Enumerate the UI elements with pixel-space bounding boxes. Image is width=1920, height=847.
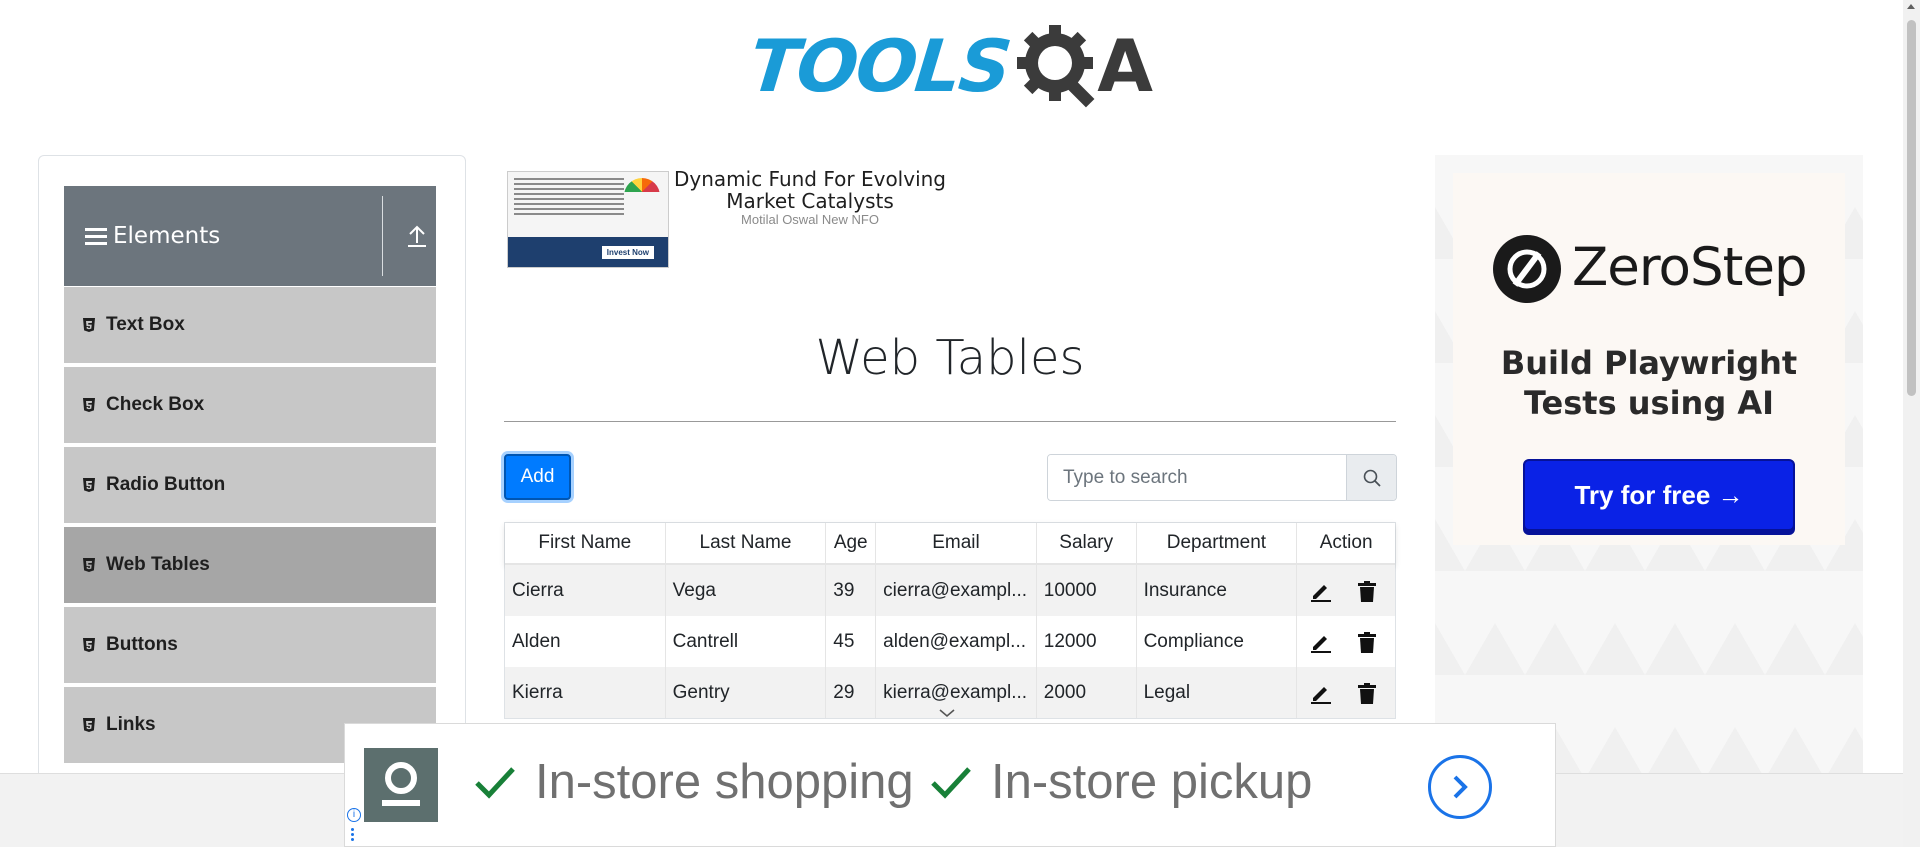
html5-icon bbox=[82, 397, 96, 413]
cell-action bbox=[1297, 667, 1395, 718]
sidebar-item-label: Buttons bbox=[106, 634, 178, 655]
cell-first-name: Kierra bbox=[505, 667, 666, 718]
cell-age: 39 bbox=[826, 565, 877, 616]
chevron-right-icon bbox=[1453, 775, 1468, 799]
ad-sponsor: Motilal Oswal New NFO bbox=[741, 212, 879, 227]
ad-thumbnail-text bbox=[514, 178, 624, 218]
cell-last-name: Vega bbox=[666, 565, 827, 616]
cell-salary: 2000 bbox=[1037, 667, 1137, 718]
zerostep-card[interactable]: ZeroStep Build Playwright Tests using AI… bbox=[1453, 173, 1845, 545]
cell-action bbox=[1297, 565, 1395, 616]
delete-icon[interactable] bbox=[1355, 630, 1379, 654]
sidebar-item-label: Radio Button bbox=[106, 474, 226, 495]
scrollbar-thumb[interactable] bbox=[1907, 20, 1916, 396]
column-header-first-name[interactable]: First Name bbox=[505, 523, 666, 563]
html5-icon bbox=[82, 717, 96, 733]
cell-department: Compliance bbox=[1137, 616, 1298, 667]
edit-icon[interactable] bbox=[1309, 681, 1333, 705]
delete-icon[interactable] bbox=[1355, 579, 1379, 603]
logo-text-a: A bbox=[1097, 23, 1153, 108]
in-store-shopping-label: In-store shopping bbox=[535, 755, 914, 809]
group-title: Elements bbox=[113, 223, 221, 249]
in-store-shopping: In-store shopping bbox=[473, 754, 914, 810]
sidebar-item-radio-button[interactable]: Radio Button bbox=[64, 447, 436, 525]
cell-first-name: Alden bbox=[505, 616, 666, 667]
sidebar-item-buttons[interactable]: Buttons bbox=[64, 607, 436, 685]
delete-icon[interactable] bbox=[1355, 681, 1379, 705]
edit-icon[interactable] bbox=[1309, 630, 1333, 654]
zerostep-brand: ZeroStep bbox=[1572, 237, 1808, 298]
zerostep-tagline: Build Playwright Tests using AI bbox=[1500, 344, 1798, 422]
gauge-icon bbox=[624, 178, 660, 206]
menu-icon bbox=[85, 224, 107, 249]
cell-department: Legal bbox=[1137, 667, 1298, 718]
chevron-down-icon[interactable] bbox=[937, 706, 957, 718]
sidebar-item-text-box[interactable]: Text Box bbox=[64, 287, 436, 365]
collapse-upload-icon[interactable] bbox=[402, 219, 432, 253]
ad-thumbnail[interactable]: Invest Now bbox=[507, 171, 669, 268]
html5-icon bbox=[82, 557, 96, 573]
sidebar-item-web-tables[interactable]: Web Tables bbox=[64, 527, 436, 605]
html5-icon bbox=[82, 637, 96, 653]
gear-magnifier-icon bbox=[1013, 21, 1103, 111]
sidebar-item-label: Text Box bbox=[106, 314, 185, 335]
cell-last-name: Gentry bbox=[666, 667, 827, 718]
page-title: Web Tables bbox=[815, 330, 1085, 386]
html5-icon bbox=[82, 317, 96, 333]
cell-email: cierra@exampl... bbox=[876, 565, 1037, 616]
add-button[interactable]: Add bbox=[504, 454, 571, 500]
column-header-salary[interactable]: Salary bbox=[1037, 523, 1137, 563]
checkmark-icon bbox=[929, 760, 973, 804]
cell-email: alden@exampl... bbox=[876, 616, 1037, 667]
zerostep-logo-icon bbox=[1493, 235, 1561, 303]
column-header-last-name[interactable]: Last Name bbox=[666, 523, 827, 563]
table-row: Alden Cantrell 45 alden@exampl... 12000 … bbox=[505, 616, 1395, 667]
in-store-pickup: In-store pickup bbox=[929, 754, 1312, 810]
try-for-free-button[interactable]: Try for free → bbox=[1523, 459, 1795, 531]
column-header-email[interactable]: Email bbox=[876, 523, 1037, 563]
invest-now-badge: Invest Now bbox=[601, 246, 654, 259]
table-header: First Name Last Name Age Email Salary De… bbox=[505, 523, 1395, 565]
sidebar-item-label: Links bbox=[106, 714, 156, 735]
logo-text-tools: TOOLS bbox=[745, 23, 1014, 108]
column-header-age[interactable]: Age bbox=[826, 523, 877, 563]
checkmark-icon bbox=[473, 760, 517, 804]
in-store-pickup-label: In-store pickup bbox=[991, 755, 1313, 809]
cell-last-name: Cantrell bbox=[666, 616, 827, 667]
ad-next-button[interactable] bbox=[1428, 755, 1492, 819]
store-logo-icon bbox=[364, 748, 438, 822]
cell-age: 29 bbox=[826, 667, 877, 718]
column-header-action[interactable]: Action bbox=[1297, 523, 1395, 563]
cell-department: Insurance bbox=[1137, 565, 1298, 616]
cell-salary: 10000 bbox=[1037, 565, 1137, 616]
ad-headline[interactable]: Dynamic Fund For Evolving Market Catalys… bbox=[668, 168, 952, 212]
search-input[interactable] bbox=[1048, 455, 1346, 500]
page-scrollbar[interactable] bbox=[1903, 0, 1920, 847]
cell-age: 45 bbox=[826, 616, 877, 667]
sidebar-item-check-box[interactable]: Check Box bbox=[64, 367, 436, 445]
top-ad[interactable]: Invest Now Dynamic Fund For Evolving Mar… bbox=[506, 168, 951, 268]
web-table: First Name Last Name Age Email Salary De… bbox=[504, 522, 1396, 719]
cell-first-name: Cierra bbox=[505, 565, 666, 616]
elements-group-header[interactable]: Elements bbox=[64, 186, 436, 286]
cell-action bbox=[1297, 616, 1395, 667]
title-divider bbox=[504, 421, 1396, 422]
table-row: Cierra Vega 39 cierra@exampl... 10000 In… bbox=[505, 565, 1395, 616]
html5-icon bbox=[82, 477, 96, 493]
search-box bbox=[1047, 454, 1397, 501]
ad-info-icon[interactable]: i bbox=[347, 808, 361, 822]
sidebar-item-label: Web Tables bbox=[106, 554, 210, 575]
bottom-ad[interactable]: In-store shopping In-store pickup i bbox=[344, 723, 1556, 847]
search-icon bbox=[1363, 469, 1381, 487]
search-button[interactable] bbox=[1346, 455, 1396, 500]
edit-icon[interactable] bbox=[1309, 579, 1333, 603]
toolsqa-logo[interactable]: TOOLS A bbox=[746, 18, 1156, 113]
column-header-department[interactable]: Department bbox=[1137, 523, 1298, 563]
scroll-up-arrow-icon[interactable] bbox=[1907, 4, 1915, 9]
header-divider bbox=[382, 196, 383, 276]
ad-options-icon[interactable] bbox=[351, 828, 354, 843]
elements-menu: Text Box Check Box Radio Button Web Tabl… bbox=[64, 287, 436, 767]
sidebar-item-label: Check Box bbox=[106, 394, 205, 415]
cell-salary: 12000 bbox=[1037, 616, 1137, 667]
